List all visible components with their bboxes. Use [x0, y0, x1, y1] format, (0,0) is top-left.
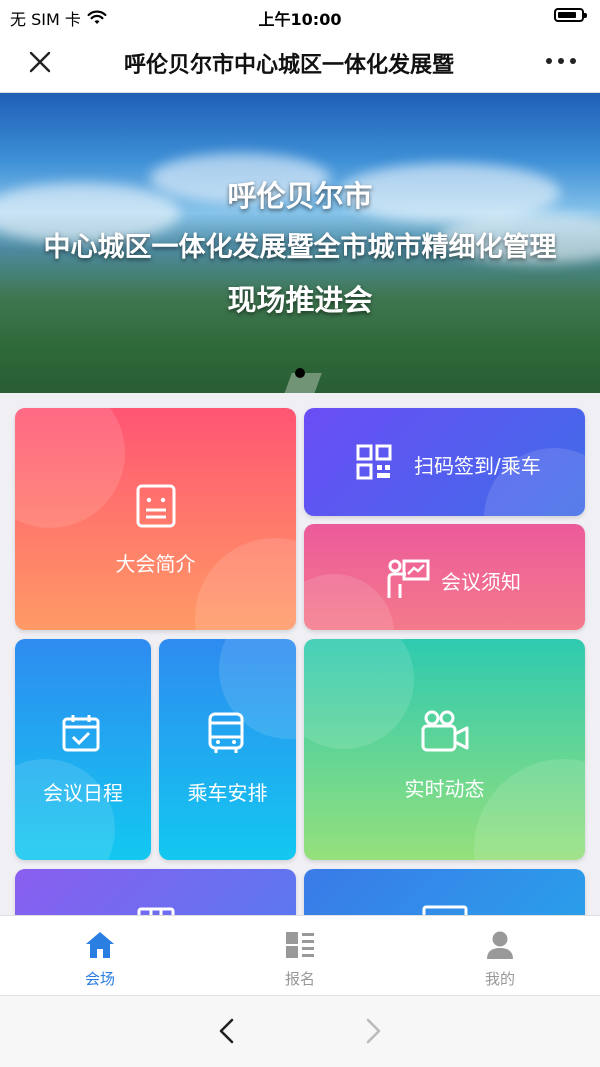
tab-register[interactable]: 报名: [200, 916, 400, 996]
tile-checkin[interactable]: 扫码签到/乘车: [304, 408, 585, 516]
tile-label: 大会简介: [115, 552, 196, 576]
banner-title-line3: 现场推进会: [227, 283, 373, 317]
tile-label: 会议日程: [43, 781, 123, 805]
status-time: 上午10:00: [258, 10, 342, 29]
chevron-left-icon[interactable]: [212, 1016, 242, 1046]
hero-banner[interactable]: 呼伦贝尔市 中心城区一体化发展暨全市城市精细化管理 现场推进会: [0, 93, 600, 393]
tile-meeting-notice[interactable]: 会议须知: [304, 524, 585, 630]
browser-toolbar: [0, 995, 600, 1067]
tab-venue[interactable]: 会场: [0, 916, 200, 996]
page-title: 呼伦贝尔市中心城区一体化发展暨: [124, 53, 455, 78]
tile-label: 乘车安排: [187, 781, 268, 805]
document-icon: [136, 484, 176, 528]
tile-label: 扫码签到/乘车: [414, 454, 541, 478]
tab-mine[interactable]: 我的: [400, 916, 600, 996]
status-bar: 无 SIM 卡 上午10:00: [0, 0, 600, 32]
user-icon: [487, 931, 513, 959]
qr-code-icon: [356, 444, 392, 480]
presenter-icon: [387, 559, 430, 598]
tile-label: 会议须知: [441, 570, 521, 594]
battery-icon: [554, 8, 587, 22]
carousel-indicator[interactable]: [295, 368, 305, 378]
tile-conference-intro[interactable]: 大会简介: [15, 408, 296, 630]
close-icon[interactable]: [24, 46, 56, 78]
banner-title-line2: 中心城区一体化发展暨全市城市精细化管理: [43, 232, 557, 263]
more-icon[interactable]: [546, 58, 576, 64]
tile-live-updates[interactable]: 实时动态: [304, 639, 585, 860]
bus-icon: [208, 712, 244, 753]
nav-bar: 呼伦贝尔市中心城区一体化发展暨: [0, 32, 600, 93]
grid-list-icon: [286, 932, 314, 958]
tab-bar: 会场 报名 我的: [0, 915, 600, 996]
tile-label: 实时动态: [404, 777, 485, 801]
tile-meeting-schedule[interactable]: 会议日程: [15, 639, 151, 860]
calendar-check-icon: [62, 715, 100, 752]
chevron-right-icon[interactable]: [358, 1016, 388, 1046]
banner-title-line1: 呼伦贝尔市: [227, 179, 373, 213]
tab-label: 我的: [484, 970, 515, 988]
tab-label: 报名: [284, 970, 315, 988]
home-icon: [86, 932, 114, 958]
tab-label: 会场: [84, 970, 115, 988]
video-camera-icon: [421, 710, 469, 752]
tile-bus-arrangement[interactable]: 乘车安排: [159, 639, 296, 860]
